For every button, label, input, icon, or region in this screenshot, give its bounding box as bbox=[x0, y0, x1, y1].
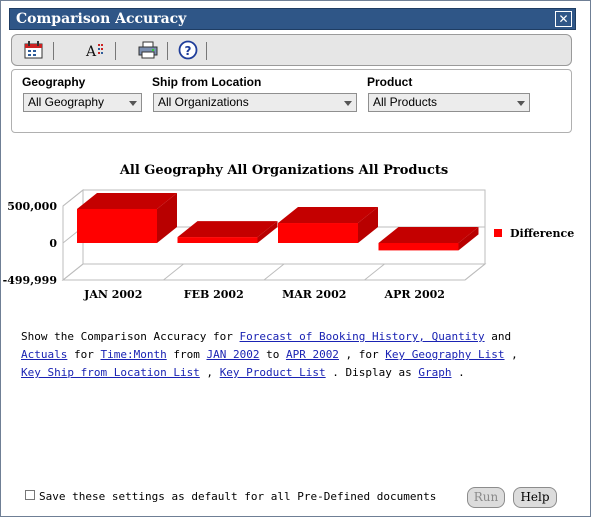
chart-area: All Geography All Organizations All Prod… bbox=[1, 151, 591, 311]
filter-panel: Geography All Geography Ship from Locati… bbox=[11, 69, 572, 133]
x-tick-label: JAN 2002 bbox=[83, 288, 142, 301]
footer: Save these settings as default for all P… bbox=[25, 487, 585, 509]
display-as-link[interactable]: Graph bbox=[418, 366, 451, 379]
ship-from-label: Ship from Location bbox=[152, 75, 262, 89]
toolbar-separator bbox=[206, 42, 207, 60]
title-bar: Comparison Accuracy ✕ bbox=[9, 8, 576, 30]
measure-link[interactable]: Forecast of Booking History, Quantity bbox=[240, 330, 485, 343]
ship-from-list-link[interactable]: Key Ship from Location List bbox=[21, 366, 200, 379]
bar bbox=[77, 208, 157, 244]
close-icon[interactable]: ✕ bbox=[555, 11, 572, 27]
chevron-down-icon bbox=[517, 101, 525, 106]
y-tick-label: 500,000 bbox=[7, 200, 57, 213]
product-select[interactable]: All Products bbox=[368, 93, 530, 112]
sentence-text: from bbox=[166, 348, 207, 361]
x-tick-label: MAR 2002 bbox=[282, 288, 346, 301]
sentence-text: for bbox=[67, 348, 101, 361]
sentence-text: , bbox=[504, 348, 518, 361]
window-title: Comparison Accuracy bbox=[16, 11, 187, 27]
chevron-down-icon bbox=[129, 101, 137, 106]
x-tick-label: APR 2002 bbox=[384, 288, 445, 301]
geography-value: All Geography bbox=[28, 95, 105, 109]
start-period-link[interactable]: JAN 2002 bbox=[206, 348, 259, 361]
bar bbox=[278, 223, 358, 244]
y-tick-label: -499,999 bbox=[3, 274, 57, 287]
toolbar: A ? bbox=[11, 34, 572, 66]
sentence-text: , for bbox=[338, 348, 386, 361]
y-tick-label: 0 bbox=[49, 237, 57, 250]
svg-text:?: ? bbox=[185, 44, 192, 58]
sentence-text: Show the Comparison Accuracy for bbox=[21, 330, 240, 343]
run-button[interactable]: Run bbox=[467, 487, 505, 508]
toolbar-separator bbox=[53, 42, 54, 60]
actuals-link[interactable]: Actuals bbox=[21, 348, 67, 361]
print-icon[interactable] bbox=[136, 39, 160, 61]
end-period-link[interactable]: APR 2002 bbox=[286, 348, 339, 361]
product-list-link[interactable]: Key Product List bbox=[220, 366, 326, 379]
font-format-icon[interactable]: A bbox=[84, 39, 108, 61]
bar bbox=[177, 237, 258, 244]
sentence-text: to bbox=[259, 348, 286, 361]
legend-swatch bbox=[494, 229, 502, 237]
sentence-text: . Display as bbox=[325, 366, 419, 379]
time-level-link[interactable]: Time:Month bbox=[100, 348, 166, 361]
legend-label: Difference bbox=[510, 227, 574, 240]
geography-list-link[interactable]: Key Geography List bbox=[385, 348, 504, 361]
help-button[interactable]: Help bbox=[513, 487, 557, 508]
product-label: Product bbox=[367, 75, 413, 89]
svg-text:A: A bbox=[85, 44, 97, 59]
help-icon[interactable]: ? bbox=[176, 39, 200, 61]
chart-title: All Geography All Organizations All Prod… bbox=[119, 163, 449, 178]
toolbar-separator bbox=[115, 42, 116, 60]
ship-from-select[interactable]: All Organizations bbox=[153, 93, 357, 112]
calendar-icon[interactable] bbox=[22, 39, 46, 61]
bar bbox=[378, 243, 459, 251]
ship-from-value: All Organizations bbox=[158, 95, 249, 109]
save-default-checkbox[interactable] bbox=[25, 490, 35, 500]
geography-select[interactable]: All Geography bbox=[23, 93, 142, 112]
x-tick-label: FEB 2002 bbox=[184, 288, 244, 301]
toolbar-separator bbox=[167, 42, 168, 60]
sentence-text: and bbox=[484, 330, 512, 343]
chevron-down-icon bbox=[344, 101, 352, 106]
geography-label: Geography bbox=[22, 75, 86, 89]
product-value: All Products bbox=[373, 95, 438, 109]
sentence-text: , bbox=[199, 366, 220, 379]
sentence-text: . bbox=[451, 366, 465, 379]
save-default-label: Save these settings as default for all P… bbox=[39, 490, 437, 503]
comparison-accuracy-window: Comparison Accuracy ✕ A ? Geography All … bbox=[0, 0, 591, 517]
report-sentence: Show the Comparison Accuracy for Forecas… bbox=[21, 328, 581, 382]
